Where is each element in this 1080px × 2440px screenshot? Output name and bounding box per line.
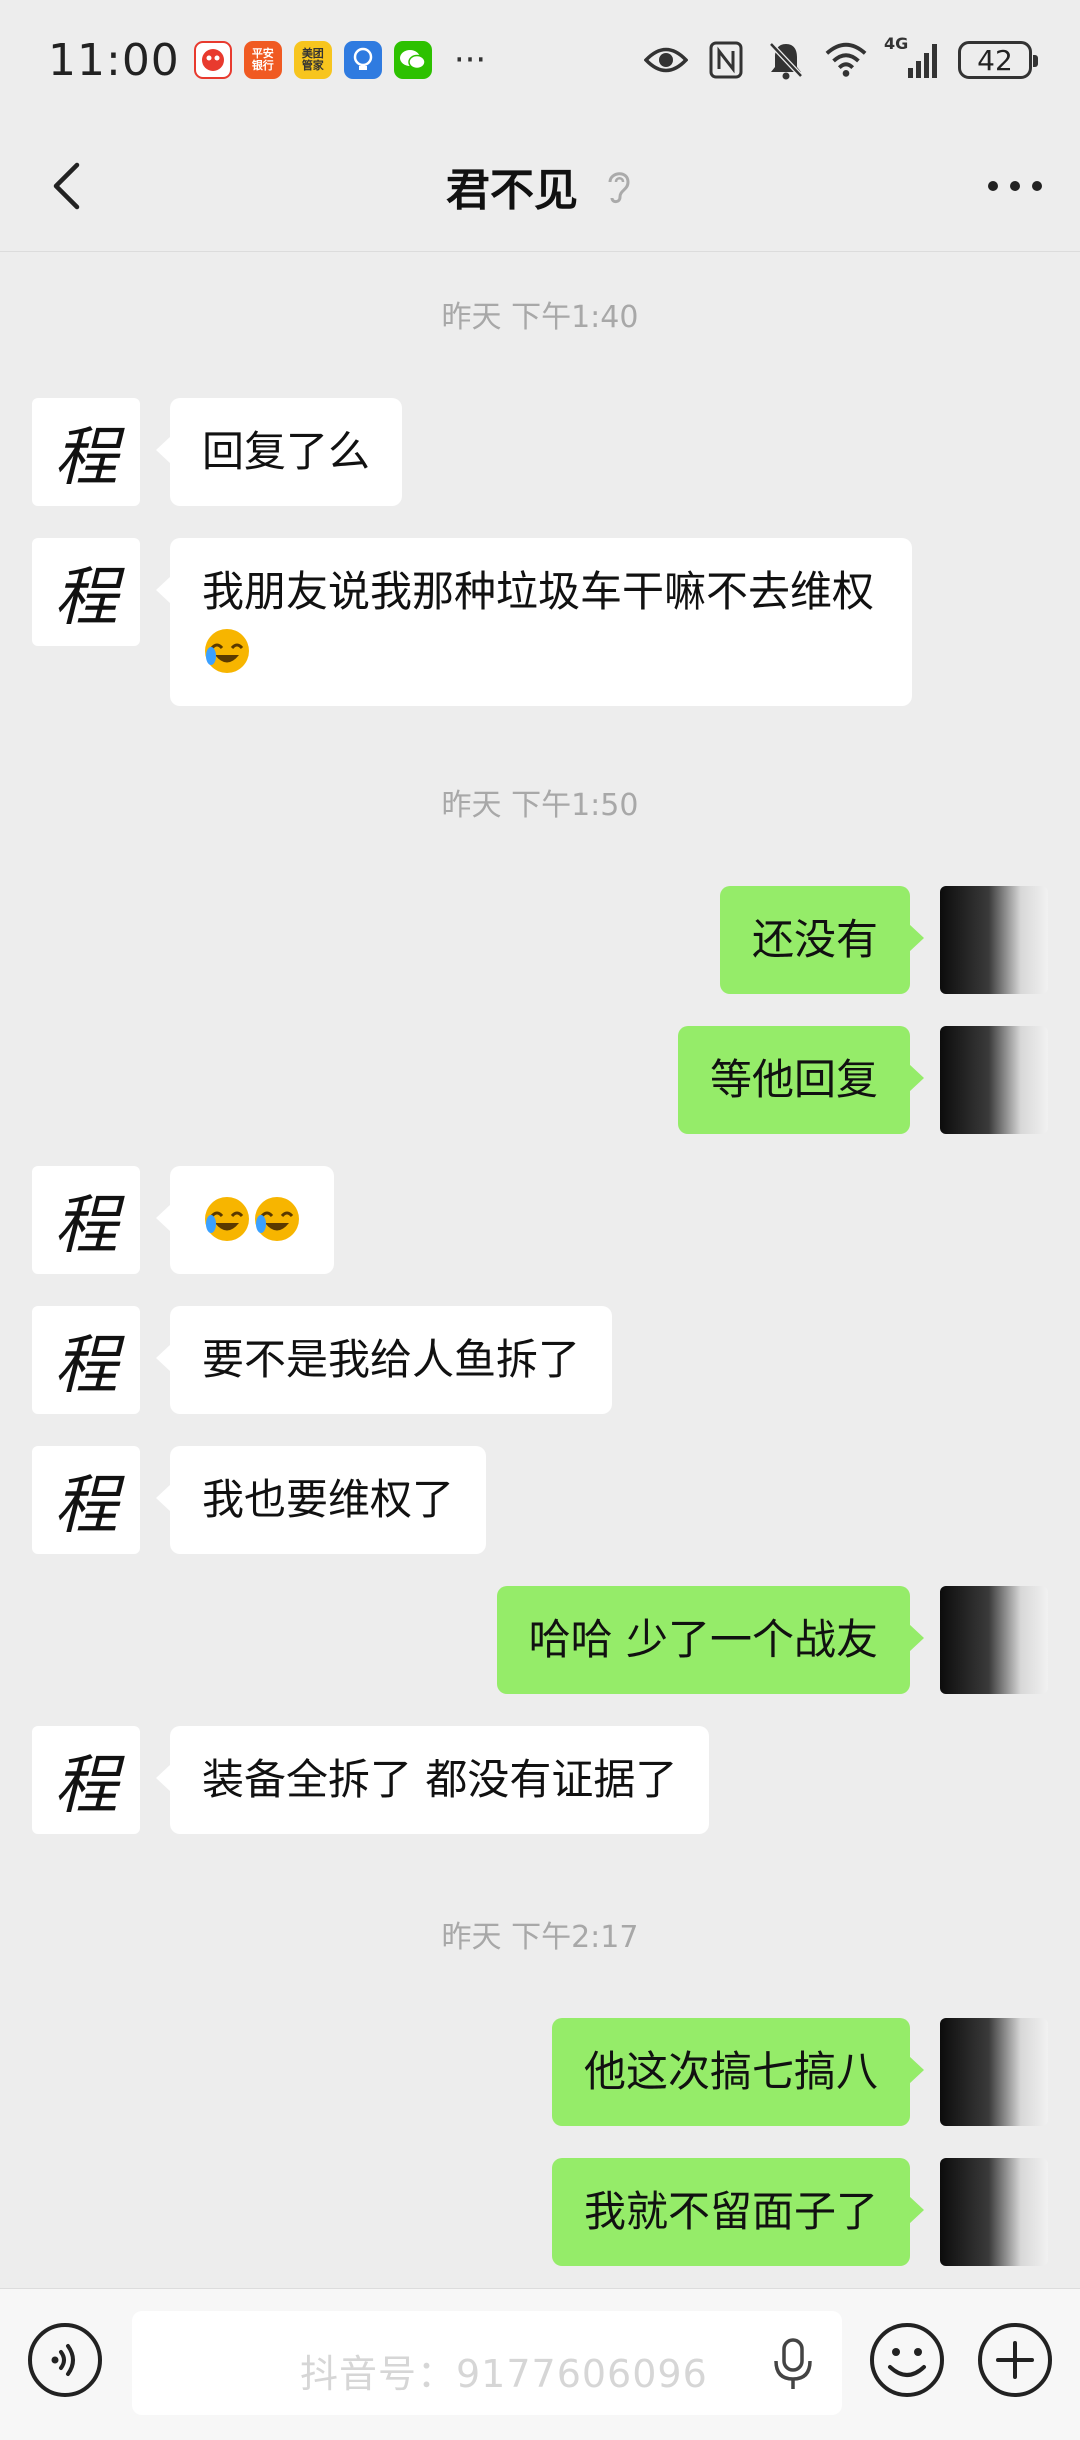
message-text: 等他回复 [709,1055,878,1104]
message-text: 装备全拆了 都没有证据了 [202,1755,678,1804]
chat-header: 君不见 [0,120,1080,252]
smiley-icon [870,2323,944,2397]
crying-laughing-emoji-icon [205,629,249,673]
message-text: 要不是我给人鱼拆了 [202,1335,581,1384]
contact-avatar[interactable]: 程 [32,538,140,646]
my-avatar[interactable] [940,1026,1048,1134]
eye-comfort-icon [644,38,688,82]
message-text: 回复了么 [202,427,371,476]
avatar-char: 程 [54,561,118,635]
meituan-icon: 美团 管家 [293,41,332,79]
contact-avatar[interactable]: 程 [32,1446,140,1554]
crying-laughing-emoji-icon [255,1197,299,1241]
plus-icon [978,2323,1052,2397]
message-bubble-out[interactable]: 还没有 [719,886,925,994]
meituan-label: 美团 管家 [301,47,324,72]
more-notifications-icon: ··· [453,40,487,80]
timestamp: 昨天 下午1:40 [441,300,639,335]
status-time: 11:00 [48,34,180,86]
message-text: 我也要维权了 [202,1475,455,1524]
chevron-left-icon [53,162,80,210]
notification-app-icons: 平安 银行 美团 管家 ··· [193,40,487,80]
battery-indicator: 42 [958,41,1038,79]
pdd-app-icon [193,41,232,79]
mute-icon [764,38,808,82]
avatar-char: 程 [54,1329,118,1403]
contact-avatar[interactable]: 程 [32,1726,140,1834]
message-text: 我朋友说我那种垃圾车干嘛不去维权 [202,567,875,616]
contact-avatar[interactable]: 程 [32,1166,140,1274]
wifi-icon [824,38,868,82]
my-avatar[interactable] [940,1586,1048,1694]
message-list[interactable]: 昨天 下午1:40 程 回复了么 程 我朋友说我那种垃圾车干嘛不去维权 昨天 下… [0,252,1080,2288]
signal-icon: 4G [884,34,942,82]
pingan-bank-label: 平安 银行 [251,47,274,72]
message-bubble-out[interactable]: 我就不留面子了 [551,2158,925,2266]
message-text: 哈哈 少了一个战友 [528,1615,878,1664]
status-bar: 11:00 平安 银行 美团 管家 ··· 4G 42 [0,0,1080,120]
contact-avatar[interactable]: 程 [32,398,140,506]
emoji-button[interactable] [868,2321,946,2399]
crying-laughing-emoji-icon [205,1197,249,1241]
wechat-app-icon [393,41,432,79]
network-type: 4G [884,34,909,53]
avatar-char: 程 [54,421,118,495]
lightbulb-app-icon [343,41,382,79]
input-bar: 抖音号：9177606096 [0,2288,1080,2440]
more-options-button[interactable] [980,156,1050,216]
message-bubble-out[interactable]: 哈哈 少了一个战友 [496,1586,925,1694]
timestamp: 昨天 下午2:17 [441,1920,639,1955]
nfc-icon [704,38,748,82]
more-functions-button[interactable] [976,2321,1054,2399]
message-text: 还没有 [751,915,878,964]
my-avatar[interactable] [940,886,1048,994]
message-input[interactable]: 抖音号：9177606096 [132,2311,842,2415]
voice-mode-button[interactable] [26,2321,104,2399]
message-text: 我就不留面子了 [583,2187,878,2236]
message-bubble-in[interactable] [156,1166,334,1274]
ear-icon [608,171,630,203]
message-text: 他这次搞七搞八 [583,2047,878,2096]
avatar-char: 程 [54,1189,118,1263]
microphone-icon[interactable] [770,2337,816,2391]
watermark-text: 抖音号：9177606096 [300,2352,708,2396]
contact-avatar[interactable]: 程 [32,1306,140,1414]
avatar-char: 程 [54,1469,118,1543]
message-bubble-in[interactable]: 我也要维权了 [155,1446,487,1554]
chat-title: 君不见 [446,164,578,216]
back-button[interactable] [36,156,96,216]
voice-icon [28,2323,102,2397]
my-avatar[interactable] [940,2158,1048,2266]
message-bubble-in[interactable]: 要不是我给人鱼拆了 [155,1306,613,1414]
timestamp: 昨天 下午1:50 [441,788,639,823]
message-bubble-out[interactable]: 等他回复 [677,1026,925,1134]
more-dots-icon [988,181,1042,191]
avatar-char: 程 [54,1749,118,1823]
pingan-bank-icon: 平安 银行 [243,41,282,79]
message-bubble-in[interactable]: 装备全拆了 都没有证据了 [155,1726,710,1834]
my-avatar[interactable] [940,2018,1048,2126]
message-bubble-in[interactable]: 我朋友说我那种垃圾车干嘛不去维权 [156,538,912,706]
message-bubble-in[interactable]: 回复了么 [155,398,403,506]
message-bubble-out[interactable]: 他这次搞七搞八 [551,2018,925,2126]
